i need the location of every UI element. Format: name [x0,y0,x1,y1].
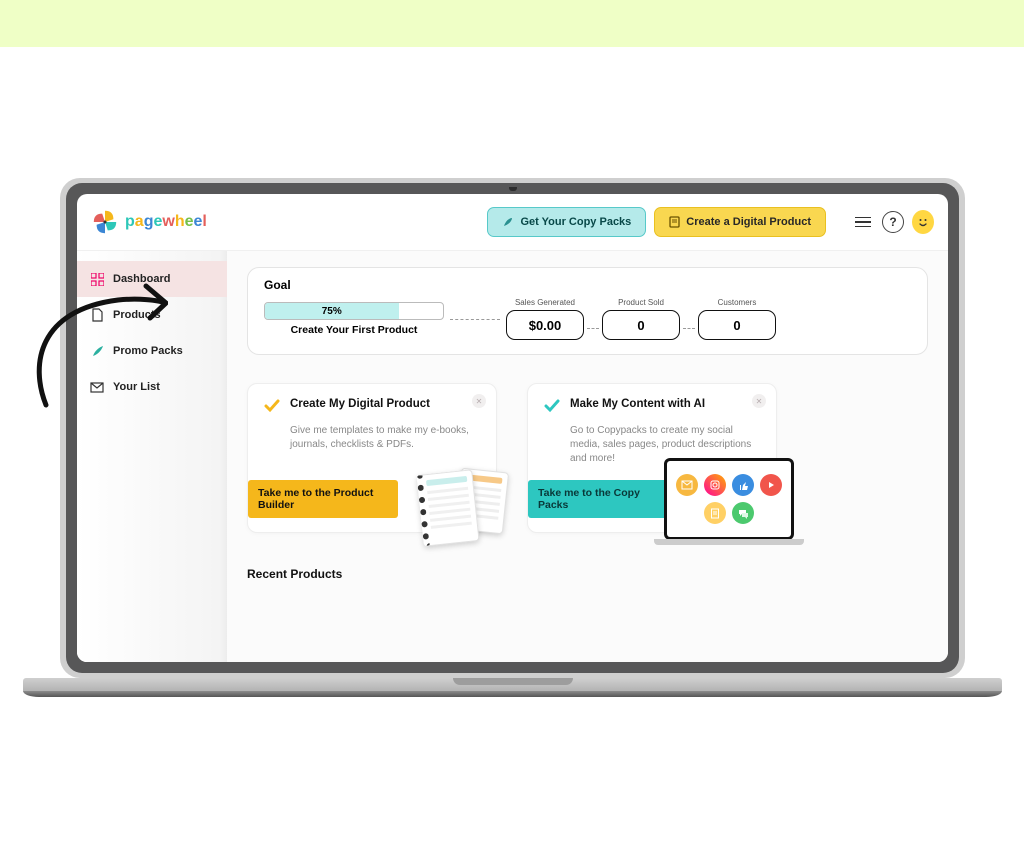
note-app-icon [704,502,726,524]
connector-icon [450,319,500,320]
get-copy-packs-button[interactable]: Get Your Copy Packs [487,207,646,237]
create-product-card: ✕ Create My Digital Product [247,383,497,533]
product-sold-value: 0 [602,310,680,340]
goal-heading: Goal [264,278,911,292]
list-icon [855,217,871,228]
connector-icon [683,328,695,329]
stat-label: Product Sold [618,298,664,307]
cta-label: Take me to the Product Builder [258,487,373,511]
close-button[interactable]: ✕ [472,394,486,408]
chat-app-icon [732,502,754,524]
cta-label: Take me to the Copy Packs [538,487,640,511]
copy-packs-button[interactable]: Take me to the Copy Packs [528,480,678,518]
card-title: Make My Content with AI [570,398,705,412]
help-icon: ? [882,211,904,233]
play-app-icon [760,474,782,496]
close-icon: ✕ [756,397,763,406]
close-icon: ✕ [476,397,483,406]
brand-logo[interactable]: pagewheel [91,208,207,236]
rocket-icon [502,216,514,228]
goal-progress-caption: Create Your First Product [291,324,418,336]
laptop-illustration [664,458,794,540]
connector-icon [587,328,599,329]
customers-value: 0 [698,310,776,340]
product-builder-button[interactable]: Take me to the Product Builder [248,480,398,518]
pointing-arrow-icon [28,270,168,410]
check-icon [264,399,280,418]
thumbs-up-app-icon [732,474,754,496]
page-top-banner [0,0,1024,47]
list-menu-button[interactable] [852,211,874,233]
card-description: Give me templates to make my e-books, jo… [290,424,480,452]
document-icon [669,216,680,228]
laptop-mockup: pagewheel Get Your Copy Packs Create a D… [60,178,965,697]
main-area: Goal 75% Create Your First Product [227,251,948,662]
profile-avatar[interactable] [912,211,934,233]
recent-products-heading: Recent Products [247,567,928,581]
check-icon [544,399,560,418]
close-button[interactable]: ✕ [752,394,766,408]
brand-name: pagewheel [125,213,207,231]
pinwheel-icon [91,208,119,236]
header-btn-label: Create a Digital Product [686,216,811,228]
sales-generated-value: $0.00 [506,310,584,340]
goal-progress-bar: 75% [264,302,444,320]
make-content-ai-card: ✕ Make My Content with AI [527,383,777,533]
smiley-icon [912,210,934,234]
help-button[interactable]: ? [882,211,904,233]
app-header: pagewheel Get Your Copy Packs Create a D… [77,194,948,251]
create-digital-product-button[interactable]: Create a Digital Product [654,207,826,237]
goal-progress-pct: 75% [322,306,342,317]
goal-card: Goal 75% Create Your First Product [247,267,928,355]
instagram-app-icon [704,474,726,496]
stat-label: Customers [718,298,757,307]
stat-label: Sales Generated [515,298,575,307]
mail-app-icon [676,474,698,496]
card-title: Create My Digital Product [290,398,430,412]
header-btn-label: Get Your Copy Packs [520,216,631,228]
app-root: pagewheel Get Your Copy Packs Create a D… [77,194,948,662]
